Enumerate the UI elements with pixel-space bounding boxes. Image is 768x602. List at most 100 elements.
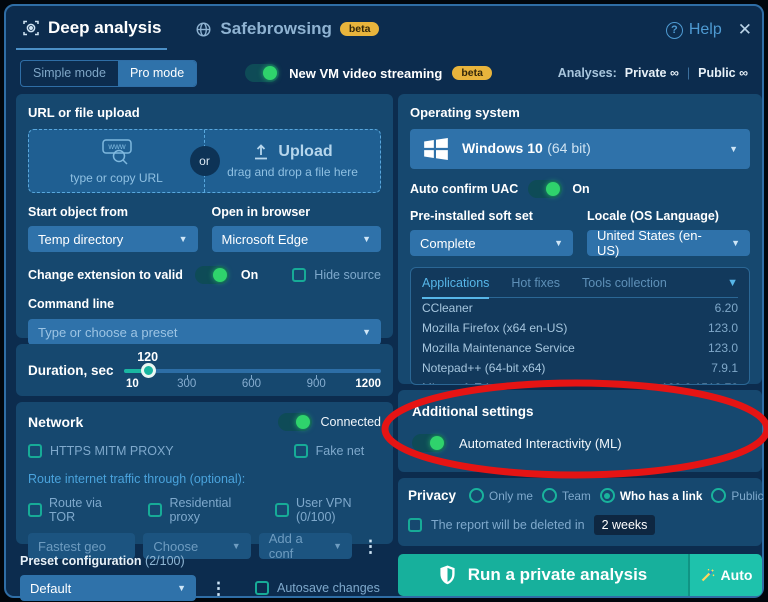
start-object-select[interactable]: Temp directory ▼ (28, 226, 198, 252)
app-list-item: Mozilla Maintenance Service 123.0 (422, 338, 738, 358)
radio-icon[interactable] (469, 488, 484, 503)
scan-eye-icon (22, 19, 40, 37)
tor-label: Route via TOR (49, 496, 119, 524)
tab-deep-analysis[interactable]: Deep analysis (16, 18, 167, 50)
duration-value: 120 (137, 350, 158, 364)
radio-icon[interactable] (542, 488, 557, 503)
privacy-option-label: Who has a link (620, 489, 703, 503)
privacy-option-team[interactable]: Team (542, 488, 591, 503)
privacy-option-public[interactable]: Public (711, 488, 763, 503)
mitm-proxy-label: HTTPS MITM PROXY (50, 444, 174, 458)
radio-selected-icon[interactable] (600, 488, 615, 503)
run-analysis-bar: Run a private analysis Auto (398, 554, 762, 596)
app-name: Microsoft Edge Update (422, 381, 544, 385)
close-icon[interactable]: ✕ (738, 20, 752, 40)
auto-mode-button[interactable]: Auto (688, 554, 762, 596)
privacy-panel: Privacy Only me Team Who has a link Publ… (398, 478, 762, 546)
url-input-zone[interactable]: www type or copy URL (29, 130, 205, 192)
tab-hot-fixes[interactable]: Hot fixes (511, 268, 560, 297)
fakenet-checkbox[interactable] (294, 444, 308, 458)
privacy-option-only-me[interactable]: Only me (469, 488, 533, 503)
residential-proxy-checkbox[interactable] (148, 503, 162, 517)
tor-checkbox[interactable] (28, 503, 42, 517)
network-toggle[interactable] (278, 413, 312, 431)
os-name: Windows 10 (462, 140, 543, 156)
additional-settings-panel: Additional settings Automated Interactiv… (398, 390, 762, 472)
quota-divider: | (687, 66, 690, 80)
chevron-down-icon: ▼ (333, 541, 342, 551)
hide-source-label: Hide source (314, 268, 381, 282)
app-version: 123.0 (708, 341, 738, 355)
run-private-analysis-button[interactable]: Run a private analysis (398, 554, 688, 596)
duration-slider[interactable]: 120 10 300 600 900 1200 (124, 350, 381, 390)
help-label: Help (689, 21, 722, 39)
route-traffic-label: Route internet traffic through (optional… (28, 472, 381, 486)
delete-report-checkbox[interactable] (408, 518, 422, 532)
autosave-label: Autosave changes (277, 581, 380, 595)
residential-proxy-label: Residential proxy (169, 496, 252, 524)
chevron-down-icon: ▼ (177, 583, 186, 593)
locale-select[interactable]: United States (en-US) ▼ (587, 230, 750, 256)
app-list-item: Notepad++ (64-bit x64) 7.9.1 (422, 358, 738, 378)
vpn-more-menu-icon[interactable]: ⋮ (360, 538, 381, 555)
app-version: 7.9.1 (711, 361, 738, 375)
choose-placeholder: Choose (153, 539, 198, 554)
change-extension-label: Change extension to valid (28, 268, 183, 282)
app-list-item: Mozilla Firefox (x64 en-US) 123.0 (422, 318, 738, 338)
privacy-title: Privacy (408, 488, 456, 503)
user-vpn-checkbox[interactable] (275, 503, 289, 517)
automated-interactivity-toggle[interactable] (412, 434, 446, 452)
os-bits: (64 bit) (547, 140, 591, 156)
delete-period-badge[interactable]: 2 weeks (594, 515, 656, 535)
upload-panel-title: URL or file upload (28, 105, 381, 120)
privacy-option-who-has-link[interactable]: Who has a link (600, 488, 703, 503)
preset-count: (2/100) (145, 554, 185, 568)
mitm-proxy-checkbox[interactable] (28, 444, 42, 458)
pro-mode-button[interactable]: Pro mode (118, 61, 196, 86)
file-drop-zone[interactable]: Upload drag and drop a file here (205, 130, 380, 192)
expand-apps-icon[interactable]: ▼ (727, 277, 738, 289)
analyses-quota: Analyses: Private ∞ | Public ∞ (558, 66, 748, 80)
command-line-input[interactable]: Type or choose a preset ▼ (28, 319, 381, 345)
upload-icon (252, 143, 270, 161)
simple-mode-button[interactable]: Simple mode (21, 61, 118, 86)
network-title: Network (28, 414, 83, 430)
uac-toggle[interactable] (528, 180, 562, 198)
question-icon: ? (666, 22, 683, 39)
soft-set-select[interactable]: Complete ▼ (410, 230, 573, 256)
automated-interactivity-label: Automated Interactivity (ML) (459, 436, 622, 451)
hide-source-checkbox[interactable] (292, 268, 306, 282)
browser-value: Microsoft Edge (222, 232, 309, 247)
radio-icon[interactable] (711, 488, 726, 503)
run-button-label: Run a private analysis (468, 565, 648, 585)
autosave-checkbox[interactable] (255, 581, 269, 595)
drop-hint: drag and drop a file here (227, 165, 358, 179)
app-version: 109.0.1518.78 (661, 381, 738, 385)
tab-applications[interactable]: Applications (422, 268, 489, 299)
chevron-down-icon: ▼ (731, 238, 740, 248)
slider-thumb[interactable] (141, 363, 156, 378)
app-name: Mozilla Firefox (x64 en-US) (422, 321, 567, 335)
tab-tools-collection[interactable]: Tools collection (582, 268, 667, 297)
command-line-label: Command line (28, 297, 381, 311)
slider-track[interactable] (124, 369, 381, 373)
uac-label: Auto confirm UAC (410, 182, 518, 196)
mode-bar: Simple mode Pro mode New VM video stream… (20, 59, 748, 87)
os-select[interactable]: Windows 10 (64 bit) ▼ (410, 129, 750, 169)
mode-switcher: Simple mode Pro mode (20, 60, 197, 87)
network-panel: Network Connected HTTPS MITM PROXY Fake … (16, 402, 393, 544)
analyses-label: Analyses: (558, 66, 617, 80)
preset-select[interactable]: Default ▼ (20, 575, 196, 601)
geo-placeholder: Fastest geo (38, 539, 106, 554)
preset-more-menu-icon[interactable]: ⋮ (208, 580, 229, 597)
tick-label-min: 10 (126, 378, 139, 390)
auto-button-label: Auto (721, 567, 753, 583)
browser-select[interactable]: Microsoft Edge ▼ (212, 226, 382, 252)
change-extension-toggle[interactable] (195, 266, 229, 284)
duration-panel: Duration, sec 120 10 300 600 900 1200 (16, 344, 393, 396)
chevron-down-icon: ▼ (232, 541, 241, 551)
help-button[interactable]: ? Help (666, 21, 722, 39)
network-state: Connected (321, 415, 381, 429)
tab-safebrowsing[interactable]: Safebrowsing beta (189, 19, 385, 49)
vm-streaming-toggle[interactable] (245, 64, 279, 82)
